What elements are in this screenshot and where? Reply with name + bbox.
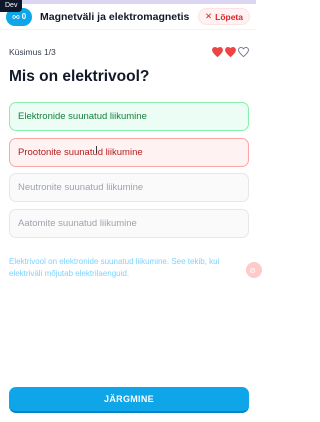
answer-label: Neutronite suunatud liikumine bbox=[18, 182, 144, 193]
quiz-header: 0 Magnetväli ja elektromagnetism ✕ Lõpet… bbox=[0, 4, 256, 30]
dev-badge: Dev bbox=[0, 0, 23, 12]
answer-list: Elektronide suunatud liikumine Prootonite… bbox=[9, 102, 249, 244]
question-counter: Küsimus 1/3 bbox=[9, 47, 56, 57]
heart-filled-icon bbox=[212, 47, 223, 57]
lesson-title: Magnetväli ja elektromagnetism bbox=[40, 10, 190, 23]
streak-count: 0 bbox=[21, 12, 27, 21]
answer-option-4[interactable]: Aatomite suunatud liikumine bbox=[9, 208, 249, 238]
answer-label: Prootonite suunatud liikumine bbox=[18, 146, 143, 158]
answer-option-3[interactable]: Neutronite suunatud liikumine bbox=[9, 173, 249, 202]
progress-row: Küsimus 1/3 bbox=[9, 46, 249, 58]
heart-filled-icon bbox=[225, 47, 236, 57]
next-button[interactable]: JÄRGMINE bbox=[9, 387, 249, 413]
side-help-tab[interactable]: ⊘ bbox=[246, 262, 262, 278]
help-icon: ⊘ bbox=[249, 265, 256, 275]
quit-button[interactable]: ✕ Lõpeta bbox=[198, 8, 250, 25]
heart-empty-icon bbox=[238, 47, 249, 57]
answer-option-2[interactable]: Prootonite suunatud liikumine bbox=[9, 137, 249, 167]
hearts-indicator bbox=[212, 47, 249, 57]
question-title: Mis on elektrivool? bbox=[9, 68, 150, 85]
quit-label: Lõpeta bbox=[215, 11, 243, 22]
close-icon: ✕ bbox=[205, 11, 213, 21]
infinity-icon bbox=[12, 14, 20, 19]
explanation-text: Elektrivool on elektronide suunatud liik… bbox=[9, 257, 220, 278]
answer-label: Aatomite suunatud liikumine bbox=[18, 217, 137, 229]
answer-option-1[interactable]: Elektronide suunatud liikumine bbox=[9, 102, 249, 131]
answer-label: Elektronide suunatud liikumine bbox=[18, 111, 147, 122]
text-cursor-icon: I bbox=[95, 145, 98, 156]
